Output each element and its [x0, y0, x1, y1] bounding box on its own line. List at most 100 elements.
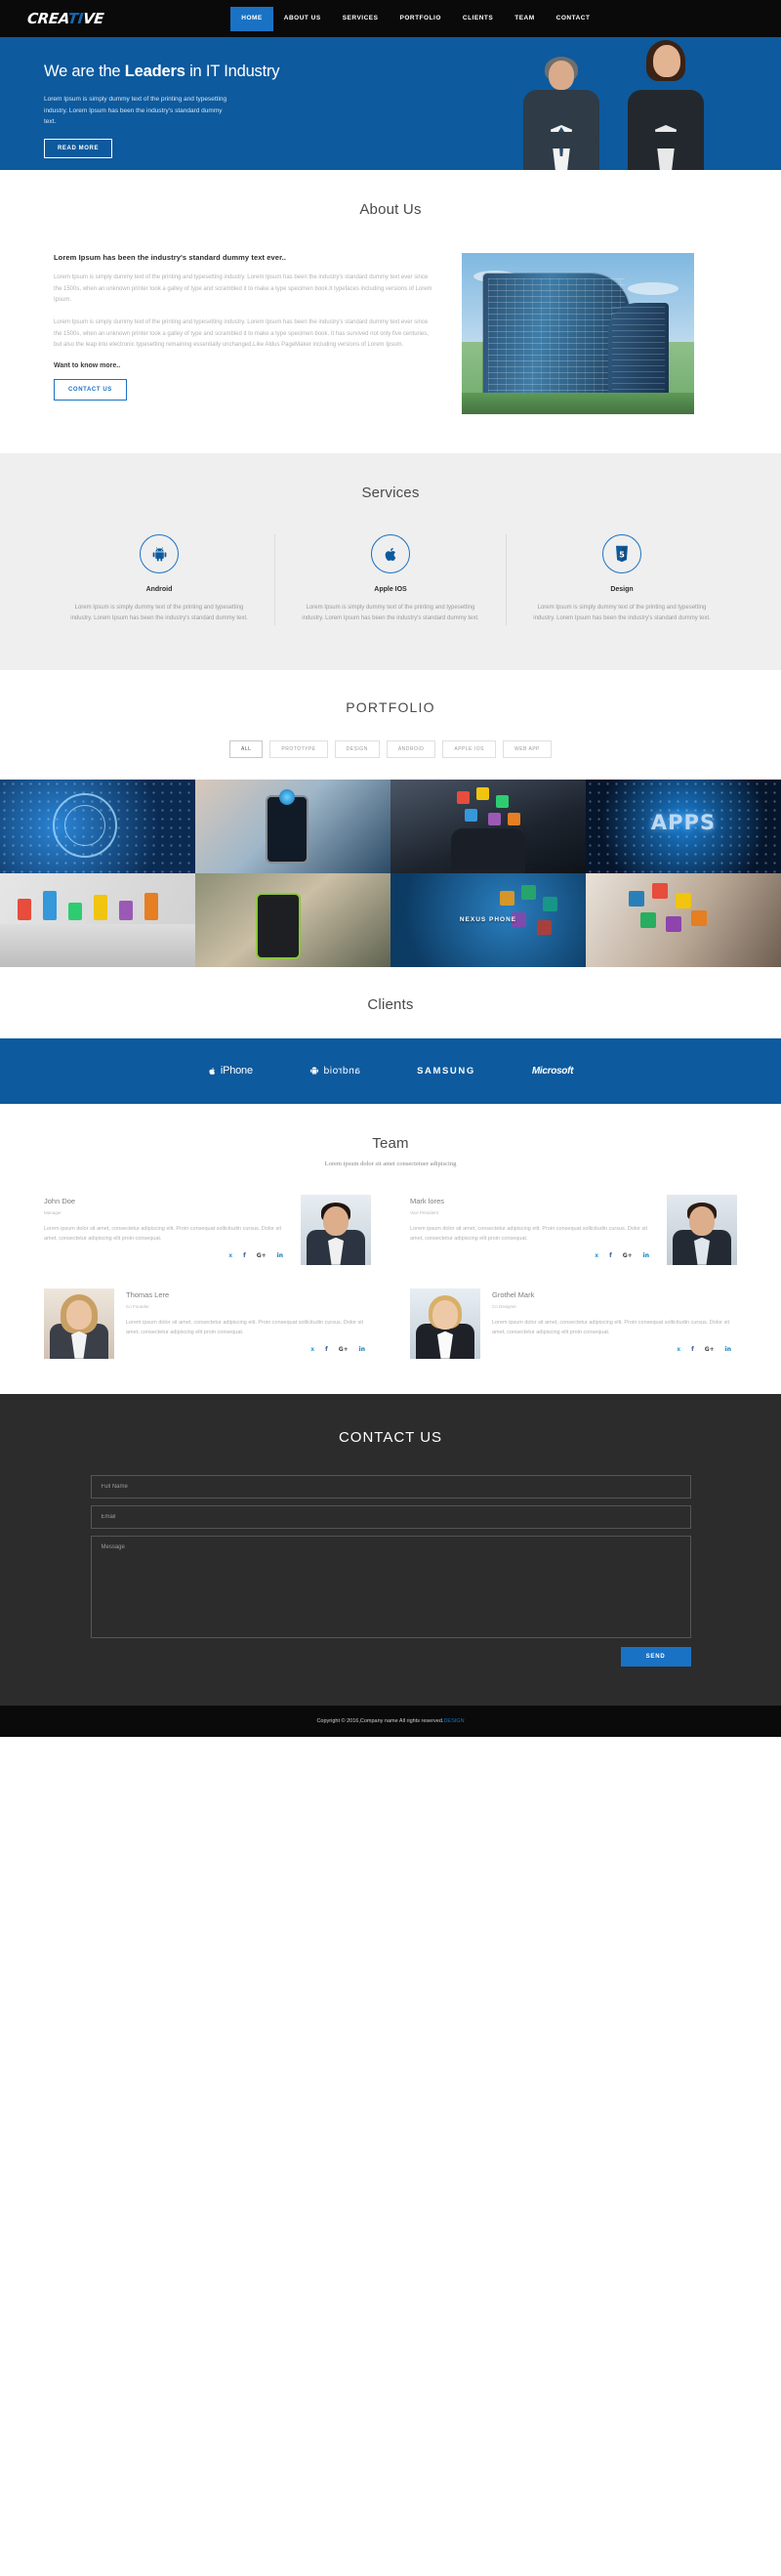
hands-row — [0, 923, 195, 967]
team-grid: John Doe Manager Lorem ipsum dolor sit a… — [44, 1194, 737, 1359]
portfolio-item[interactable]: APPS — [586, 779, 781, 873]
team-member-info: John Doe Manager Lorem ipsum dolor sit a… — [44, 1195, 289, 1259]
app-chip — [652, 882, 668, 899]
full-name-input[interactable] — [90, 1474, 691, 1499]
client-logo-android[interactable]: android — [309, 1066, 360, 1077]
linkedin-icon[interactable]: in — [359, 1346, 365, 1353]
service-card-design[interactable]: 5 Design Lorem Ipsum is simply dummy tex… — [507, 534, 737, 625]
portfolio-item[interactable] — [390, 779, 586, 873]
photo-head — [432, 1299, 458, 1330]
service-description: Lorem Ipsum is simply dummy text of the … — [302, 605, 479, 622]
twitter-icon[interactable]: x — [595, 1252, 598, 1259]
twitter-icon[interactable]: x — [677, 1346, 680, 1353]
nav-item-team[interactable]: TEAM — [504, 7, 545, 31]
google-plus-icon[interactable]: G+ — [257, 1252, 267, 1259]
client-logo-label: Microsoft — [531, 1065, 574, 1077]
portfolio-filter-android[interactable]: ANDROID — [386, 739, 436, 758]
facebook-icon[interactable]: f — [325, 1346, 328, 1353]
site-logo[interactable]: CREATIVE — [26, 10, 104, 27]
apple-icon — [209, 1067, 215, 1075]
logo-part-2: VE — [82, 10, 105, 27]
app-chip — [488, 812, 501, 825]
site-header: CREATIVE HOME ABOUT US SERVICES PORTFOLI… — [0, 0, 781, 37]
twitter-icon[interactable]: x — [310, 1346, 314, 1353]
portfolio-filter-design[interactable]: DESIGN — [334, 739, 380, 758]
team-member-photo — [410, 1288, 480, 1359]
about-ask-text: Want to know more.. — [54, 362, 121, 370]
facebook-icon[interactable]: f — [609, 1252, 612, 1259]
team-member-description: Lorem ipsum dolor sit amet, consectetur … — [492, 1319, 730, 1335]
person-silhouette — [451, 827, 525, 873]
footer-copyright-text: Copyright © 2016,Company name All rights… — [316, 1717, 444, 1724]
app-chip — [18, 898, 31, 920]
footer-design-link[interactable]: DESIGN — [443, 1718, 464, 1724]
clients-title: Clients — [367, 995, 414, 1013]
nav-item-services[interactable]: SERVICES — [332, 7, 390, 31]
linkedin-icon[interactable]: in — [643, 1252, 649, 1259]
hero-person-man — [513, 57, 610, 170]
portfolio-item[interactable] — [195, 872, 390, 967]
team-member-social-links: x f G+ in — [410, 1252, 655, 1259]
send-button[interactable]: SEND — [620, 1646, 691, 1667]
team-member-name: Grothel Mark — [492, 1289, 535, 1299]
portfolio-filter-all[interactable]: ALL — [228, 739, 264, 758]
linkedin-icon[interactable]: in — [277, 1252, 283, 1259]
google-plus-icon[interactable]: G+ — [705, 1346, 715, 1353]
team-card-john-doe: John Doe Manager Lorem ipsum dolor sit a… — [44, 1194, 371, 1265]
facebook-icon[interactable]: f — [243, 1252, 246, 1259]
portfolio-filter-web-app[interactable]: WEB APP — [503, 739, 553, 758]
about-contact-us-button[interactable]: CONTACT US — [54, 379, 127, 401]
portfolio-item[interactable] — [586, 872, 781, 967]
linkedin-icon[interactable]: in — [725, 1346, 731, 1353]
contact-section: CONTACT US SEND — [0, 1393, 781, 1706]
twitter-icon[interactable]: x — [228, 1252, 232, 1259]
team-member-name: Thomas Lere — [126, 1289, 170, 1299]
client-logo-samsung[interactable]: SAMSUNG — [417, 1066, 475, 1077]
cloud-shape — [628, 282, 678, 295]
hero-content: We are the Leaders in IT Industry Lorem … — [0, 37, 322, 159]
team-member-social-links: x f G+ in — [492, 1346, 737, 1353]
team-card-thomas-lere: Thomas Lere Co Founder Lorem ipsum dolor… — [44, 1288, 371, 1359]
google-plus-icon[interactable]: G+ — [339, 1346, 349, 1353]
team-card-grothel-mark: Grothel Mark Co Designer Lorem ipsum dol… — [410, 1288, 737, 1359]
portfolio-filter-apple-ios[interactable]: APPLE IOS — [442, 739, 496, 758]
team-member-role: Manager — [44, 1209, 62, 1215]
email-input[interactable] — [90, 1504, 691, 1529]
about-image-column — [462, 253, 694, 414]
service-card-android[interactable]: Android Lorem Ipsum is simply dummy text… — [44, 534, 275, 625]
message-textarea[interactable] — [90, 1535, 691, 1638]
building-second-tower — [608, 303, 669, 397]
portfolio-item[interactable] — [0, 779, 195, 873]
service-card-apple-ios[interactable]: Apple IOS Lorem Ipsum is simply dummy te… — [275, 534, 507, 625]
nav-item-home[interactable]: HOME — [230, 6, 273, 31]
portfolio-grid: APPS NEXUS PHONE — [0, 779, 781, 967]
hero-title-pre: We are the — [44, 63, 125, 80]
circle-graphic — [64, 804, 105, 846]
client-logo-iphone[interactable]: iPhone — [208, 1065, 253, 1077]
portfolio-item[interactable] — [195, 779, 390, 873]
contact-title: CONTACT US — [338, 1428, 443, 1446]
app-chip — [508, 812, 520, 825]
facebook-icon[interactable]: f — [691, 1346, 694, 1353]
client-logo-microsoft[interactable]: Microsoft — [531, 1065, 574, 1077]
team-member-description: Lorem ipsum dolor sit amet, consectetur … — [410, 1225, 648, 1242]
app-chip — [640, 911, 656, 928]
office-building-image — [462, 253, 694, 414]
hero-read-more-button[interactable]: READ MORE — [44, 139, 113, 159]
nav-item-clients[interactable]: CLIENTS — [452, 7, 504, 31]
photo-head — [323, 1205, 349, 1236]
portfolio-item[interactable]: NEXUS PHONE — [390, 872, 586, 967]
nav-item-contact[interactable]: CONTACT — [546, 7, 601, 31]
nav-item-about-us[interactable]: ABOUT US — [273, 7, 332, 31]
app-chip — [476, 786, 489, 800]
google-plus-icon[interactable]: G+ — [623, 1252, 633, 1259]
nav-item-portfolio[interactable]: PORTFOLIO — [389, 7, 451, 31]
person-head — [549, 61, 574, 90]
team-member-name: Mark lores — [410, 1196, 445, 1205]
portfolio-item[interactable] — [0, 872, 195, 967]
portfolio-section: PORTFOLIO ALL PROTOTYPE DESIGN ANDROID A… — [0, 669, 781, 967]
portfolio-filter-prototype[interactable]: PROTOTYPE — [269, 739, 328, 758]
portfolio-filter-bar: ALL PROTOTYPE DESIGN ANDROID APPLE IOS W… — [0, 739, 781, 758]
team-member-social-links: x f G+ in — [44, 1252, 289, 1259]
svg-text:5: 5 — [619, 549, 625, 559]
